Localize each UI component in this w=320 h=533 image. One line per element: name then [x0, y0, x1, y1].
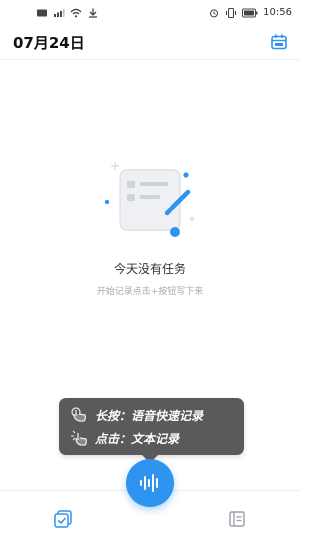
tooltip-row-tap: 点击：文本记录 [69, 429, 179, 447]
tooltip-tap-text: 点击：文本记录 [95, 431, 180, 446]
long-press-hand-icon [71, 407, 86, 422]
empty-state-hint: 开始记录点击+按钮写下来 [96, 287, 204, 297]
empty-note-icon [104, 162, 195, 237]
wifi-icon [70, 8, 82, 18]
status-bar: 10:56 [0, 0, 300, 28]
signal-icon [54, 9, 65, 17]
header-divider [0, 59, 300, 60]
tasks-icon[interactable] [53, 509, 73, 529]
tooltip-row-long-press: 长按：语音快速记录 [69, 406, 203, 424]
message-icon [37, 9, 47, 17]
vibrate-icon [226, 7, 237, 18]
tooltip-long-press-text: 长按：语音快速记录 [95, 408, 204, 423]
status-left-icons [36, 8, 99, 18]
date-title[interactable]: 07月24日 [13, 32, 85, 53]
voice-record-button[interactable] [126, 459, 174, 507]
header: 07月24日 [0, 28, 300, 58]
download-icon [89, 8, 97, 18]
alarm-icon [210, 8, 219, 17]
tap-hand-icon [71, 430, 87, 446]
empty-state-title: 今天没有任务 [113, 262, 186, 276]
calendar-icon[interactable] [270, 33, 288, 51]
battery-icon [242, 8, 258, 17]
status-time: 10:56 [263, 7, 292, 18]
voice-icon [140, 474, 158, 492]
notes-icon[interactable] [227, 509, 247, 529]
voice-hint-tooltip: 长按：语音快速记录 点击：文本记录 [59, 398, 244, 455]
status-right-icons: 10:56 [208, 7, 292, 18]
